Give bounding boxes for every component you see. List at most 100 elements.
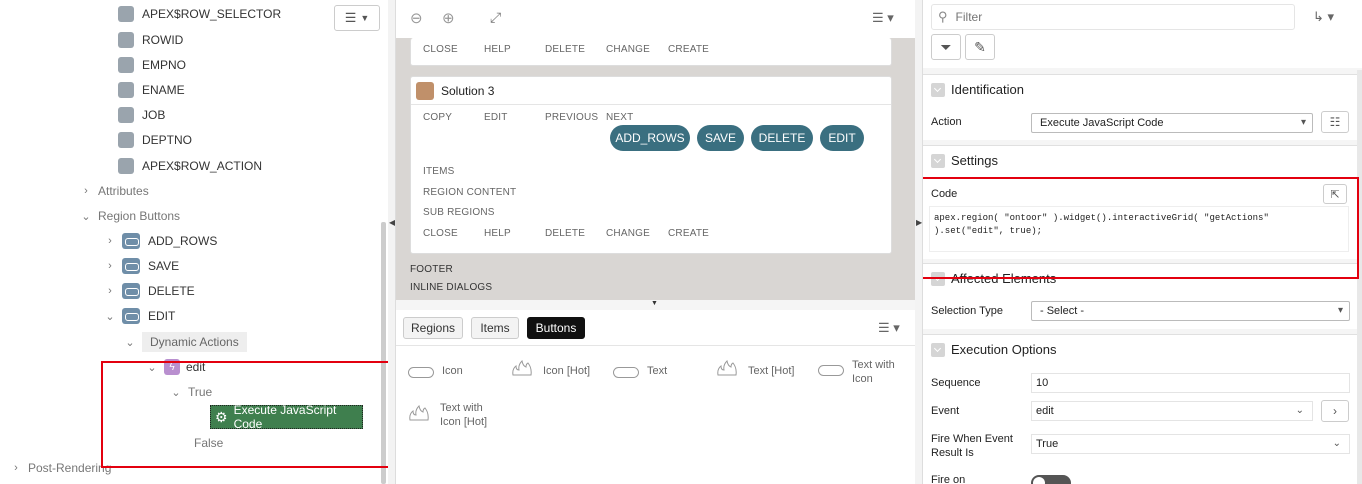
delete-button[interactable]: DELETE	[751, 125, 813, 151]
list-icon: ☷	[1329, 115, 1341, 129]
chevron-right-icon[interactable]: ›	[80, 185, 92, 197]
tree-item-column[interactable]: JOB	[118, 104, 165, 126]
position-label[interactable]: CLOSE	[423, 228, 458, 239]
tab-regions[interactable]: Regions	[403, 317, 463, 339]
gallery-item[interactable]: Text	[613, 365, 713, 378]
tree-item-label: ROWID	[142, 33, 184, 47]
prop-label: Result Is	[931, 447, 974, 459]
event-go-button[interactable]: ›	[1321, 400, 1349, 422]
tree-item-label: DELETE	[148, 284, 195, 298]
splitter-horizontal[interactable]: ▼	[396, 300, 915, 310]
position-label[interactable]: FOOTER	[410, 264, 453, 275]
tree-item-column[interactable]: APEX$ROW_SELECTOR	[118, 3, 281, 25]
fire-on-toggle[interactable]	[1031, 475, 1071, 484]
edit-button[interactable]: EDIT	[820, 125, 864, 151]
filter-input[interactable]	[955, 10, 1256, 24]
section-settings[interactable]: Settings	[923, 145, 1362, 175]
layout-menu-icon[interactable]: ☰ ▾	[872, 10, 894, 26]
button-shape-icon	[818, 365, 844, 376]
tree-item-column[interactable]: ROWID	[118, 29, 183, 51]
property-toolbar: ⚲ ↳ ▾ ⏷ ✎	[923, 0, 1362, 68]
tree-item-post-rendering[interactable]: › Post-Rendering	[10, 457, 111, 479]
gallery-item[interactable]: Icon [Hot]	[511, 360, 611, 377]
gallery-item[interactable]: Text with Icon	[818, 358, 908, 386]
position-label[interactable]: PREVIOUS	[545, 112, 598, 123]
chevron-right-icon[interactable]: ›	[104, 235, 116, 247]
gallery-item[interactable]: Text with Icon [Hot]	[408, 401, 508, 429]
chevron-right-icon[interactable]: ›	[104, 260, 116, 272]
tree-item-button[interactable]: ⌄ EDIT	[104, 305, 175, 327]
save-button[interactable]: SAVE	[697, 125, 744, 151]
position-label[interactable]: HELP	[484, 228, 511, 239]
chevron-down-icon[interactable]: ⌄	[80, 210, 92, 223]
chevron-down-icon[interactable]: ⌄	[124, 336, 136, 349]
position-label[interactable]: COPY	[423, 112, 452, 123]
tree-item-column[interactable]: APEX$ROW_ACTION	[118, 155, 262, 177]
button-shape-icon	[613, 367, 639, 378]
tree-item-dynamic-actions[interactable]: ⌄ Dynamic Actions	[124, 331, 247, 353]
collapse-icon	[931, 342, 945, 357]
layout-canvas: CLOSE HELP DELETE CHANGE CREATE Solution…	[396, 38, 915, 300]
section-execution-options[interactable]: Execution Options	[923, 334, 1362, 364]
tree-item-attributes[interactable]: › Attributes	[80, 180, 149, 202]
position-label[interactable]: CLOSE	[423, 44, 458, 55]
collapse-icon	[931, 82, 945, 97]
tree-item-column[interactable]: EMPNO	[118, 54, 186, 76]
chevron-right-icon[interactable]: ›	[10, 462, 22, 474]
add-rows-button[interactable]: ADD_ROWS	[610, 125, 690, 151]
position-label[interactable]: CHANGE	[606, 44, 650, 55]
gallery-menu-icon[interactable]: ☰ ▾	[878, 320, 900, 336]
collapse-down-icon: ▼	[651, 300, 658, 307]
region-solution-3[interactable]: Solution 3 COPY EDIT PREVIOUS NEXT ADD_R…	[410, 76, 892, 254]
fire-when-select[interactable]: True ⌄	[1031, 434, 1350, 454]
gallery-item-label: Text with Icon [Hot]	[440, 402, 488, 428]
number-column-icon	[118, 57, 134, 73]
position-label[interactable]: INLINE DIALOGS	[410, 282, 492, 293]
position-label[interactable]: ITEMS	[423, 166, 455, 177]
position-label[interactable]: NEXT	[606, 112, 633, 123]
position-label[interactable]: CHANGE	[606, 228, 650, 239]
chevron-down-icon[interactable]: ⌄	[104, 310, 116, 323]
gallery-item[interactable]: Icon	[408, 365, 508, 378]
checkbox-column-icon	[118, 6, 134, 22]
selection-type-select[interactable]: - Select - ▾	[1031, 301, 1350, 321]
tree-item-button[interactable]: › DELETE	[104, 280, 195, 302]
tree-item-region-buttons[interactable]: ⌄ Region Buttons	[80, 205, 180, 227]
chevron-right-icon[interactable]: ›	[104, 285, 116, 297]
sequence-input[interactable]: 10	[1031, 373, 1350, 393]
tab-buttons[interactable]: Buttons	[527, 317, 585, 339]
section-identification[interactable]: Identification	[923, 74, 1362, 104]
highlight-box	[923, 177, 1359, 279]
list-button[interactable]: ☷	[1321, 111, 1349, 133]
position-label[interactable]: REGION CONTENT	[423, 187, 516, 198]
tree-item-column[interactable]: DEPTNO	[118, 129, 192, 151]
zoom-in-icon[interactable]: ⊕	[442, 9, 455, 27]
action-select[interactable]: Execute JavaScript Code ▾	[1031, 113, 1313, 133]
filter-field[interactable]: ⚲	[931, 4, 1295, 30]
tree-menu-button[interactable]: ☰ ▼	[334, 5, 380, 31]
go-to-group-icon[interactable]: ↳ ▾	[1313, 9, 1334, 25]
gallery-item[interactable]: Text [Hot]	[716, 360, 816, 377]
gallery-item-label: Text [Hot]	[748, 365, 795, 377]
chevron-down-icon: ⌄	[1295, 405, 1304, 416]
position-label[interactable]: DELETE	[545, 228, 585, 239]
position-label[interactable]: CREATE	[668, 228, 709, 239]
event-select[interactable]: edit ⌄	[1031, 401, 1313, 421]
text-column-icon	[118, 107, 134, 123]
tree-item-button[interactable]: › SAVE	[104, 255, 179, 277]
filter-funnel-button[interactable]: ⏷	[931, 34, 961, 60]
position-label[interactable]: CREATE	[668, 44, 709, 55]
tree-item-button[interactable]: › ADD_ROWS	[104, 230, 217, 252]
position-label[interactable]: EDIT	[484, 112, 508, 123]
tab-items[interactable]: Items	[471, 317, 519, 339]
position-label[interactable]: DELETE	[545, 44, 585, 55]
gallery-item-label: Icon	[442, 365, 463, 377]
expand-icon[interactable]: ⤢	[490, 9, 501, 26]
edit-pencil-button[interactable]: ✎	[965, 34, 995, 60]
tree-item-column[interactable]: ENAME	[118, 79, 185, 101]
splitter-left[interactable]: ◀	[388, 0, 395, 484]
position-label[interactable]: HELP	[484, 44, 511, 55]
zoom-out-icon[interactable]: ⊖	[410, 9, 423, 27]
position-label[interactable]: SUB REGIONS	[423, 207, 495, 218]
splitter-right[interactable]: ▶	[915, 0, 922, 484]
